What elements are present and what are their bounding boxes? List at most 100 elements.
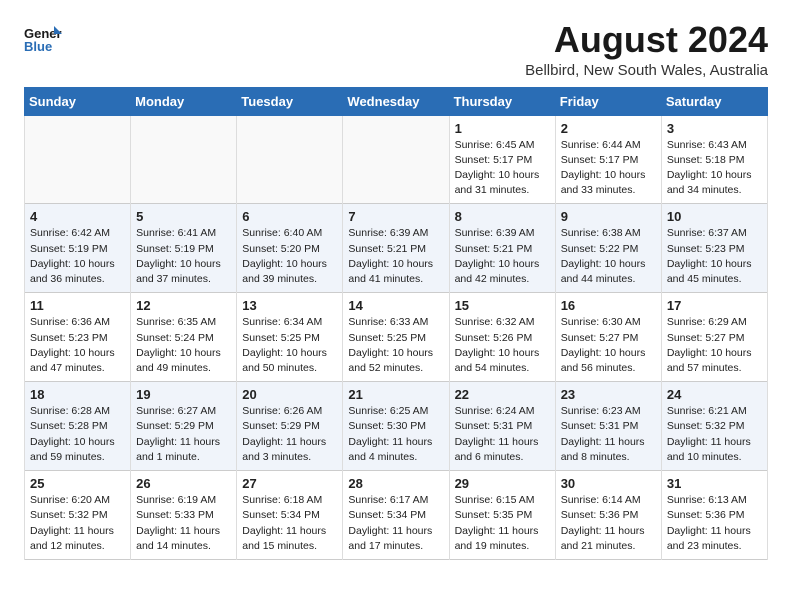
day-number: 16 (561, 298, 656, 313)
day-info: Sunrise: 6:21 AM Sunset: 5:32 PM Dayligh… (667, 404, 762, 465)
day-number: 2 (561, 121, 656, 136)
calendar-cell: 23 Sunrise: 6:23 AM Sunset: 5:31 PM Dayli… (555, 382, 661, 471)
day-info: Sunrise: 6:17 AM Sunset: 5:34 PM Dayligh… (348, 493, 443, 554)
day-info: Sunrise: 6:39 AM Sunset: 5:21 PM Dayligh… (348, 226, 443, 287)
calendar-cell: 14 Sunrise: 6:33 AM Sunset: 5:25 PM Dayli… (343, 293, 449, 382)
calendar-week-row: 18Sunrise: 6:28 AM Sunset: 5:28 PM Dayli… (25, 382, 768, 471)
weekday-header: Monday (131, 87, 237, 115)
day-number: 28 (348, 476, 443, 491)
day-number: 30 (561, 476, 656, 491)
weekday-header: Tuesday (237, 87, 343, 115)
day-info: Sunrise: 6:29 AM Sunset: 5:27 PM Dayligh… (667, 315, 762, 376)
day-number: 27 (242, 476, 337, 491)
day-number: 13 (242, 298, 337, 313)
calendar-cell: 30 Sunrise: 6:14 AM Sunset: 5:36 PM Dayli… (555, 471, 661, 560)
day-info: Sunrise: 6:41 AM Sunset: 5:19 PM Dayligh… (136, 226, 231, 287)
day-number: 3 (667, 121, 762, 136)
day-info: Sunrise: 6:30 AM Sunset: 5:27 PM Dayligh… (561, 315, 656, 376)
calendar-table: SundayMondayTuesdayWednesdayThursdayFrid… (24, 87, 768, 560)
logo-icon: General Blue (24, 24, 62, 56)
day-info: Sunrise: 6:25 AM Sunset: 5:30 PM Dayligh… (348, 404, 443, 465)
day-info: Sunrise: 6:45 AM Sunset: 5:17 PM Dayligh… (455, 138, 550, 199)
calendar-cell: 19Sunrise: 6:27 AM Sunset: 5:29 PM Dayli… (131, 382, 237, 471)
weekday-header: Wednesday (343, 87, 449, 115)
day-info: Sunrise: 6:23 AM Sunset: 5:31 PM Dayligh… (561, 404, 656, 465)
day-info: Sunrise: 6:33 AM Sunset: 5:25 PM Dayligh… (348, 315, 443, 376)
svg-text:Blue: Blue (24, 39, 52, 54)
location: Bellbird, New South Wales, Australia (525, 62, 768, 79)
title-area: August 2024 Bellbird, New South Wales, A… (525, 20, 768, 79)
day-info: Sunrise: 6:35 AM Sunset: 5:24 PM Dayligh… (136, 315, 231, 376)
day-info: Sunrise: 6:24 AM Sunset: 5:31 PM Dayligh… (455, 404, 550, 465)
day-info: Sunrise: 6:26 AM Sunset: 5:29 PM Dayligh… (242, 404, 337, 465)
calendar-cell: 24 Sunrise: 6:21 AM Sunset: 5:32 PM Dayli… (661, 382, 767, 471)
calendar-cell (343, 115, 449, 204)
calendar-cell: 18Sunrise: 6:28 AM Sunset: 5:28 PM Dayli… (25, 382, 131, 471)
day-number: 6 (242, 209, 337, 224)
calendar-cell: 2 Sunrise: 6:44 AM Sunset: 5:17 PM Daylig… (555, 115, 661, 204)
day-info: Sunrise: 6:42 AM Sunset: 5:19 PM Dayligh… (30, 226, 125, 287)
day-number: 18 (30, 387, 125, 402)
calendar-cell: 6 Sunrise: 6:40 AM Sunset: 5:20 PM Daylig… (237, 204, 343, 293)
day-number: 10 (667, 209, 762, 224)
weekday-header: Thursday (449, 87, 555, 115)
calendar-cell: 10 Sunrise: 6:37 AM Sunset: 5:23 PM Dayli… (661, 204, 767, 293)
logo: General Blue (24, 24, 62, 56)
day-number: 23 (561, 387, 656, 402)
calendar-cell (131, 115, 237, 204)
month-year: August 2024 (525, 20, 768, 60)
day-number: 9 (561, 209, 656, 224)
calendar-cell: 29 Sunrise: 6:15 AM Sunset: 5:35 PM Dayli… (449, 471, 555, 560)
day-info: Sunrise: 6:39 AM Sunset: 5:21 PM Dayligh… (455, 226, 550, 287)
day-number: 1 (455, 121, 550, 136)
calendar-week-row: 4 Sunrise: 6:42 AM Sunset: 5:19 PM Daylig… (25, 204, 768, 293)
calendar-week-row: 25 Sunrise: 6:20 AM Sunset: 5:32 PM Dayli… (25, 471, 768, 560)
day-info: Sunrise: 6:34 AM Sunset: 5:25 PM Dayligh… (242, 315, 337, 376)
day-info: Sunrise: 6:19 AM Sunset: 5:33 PM Dayligh… (136, 493, 231, 554)
day-number: 17 (667, 298, 762, 313)
day-info: Sunrise: 6:13 AM Sunset: 5:36 PM Dayligh… (667, 493, 762, 554)
calendar-cell: 3 Sunrise: 6:43 AM Sunset: 5:18 PM Daylig… (661, 115, 767, 204)
day-number: 31 (667, 476, 762, 491)
day-info: Sunrise: 6:27 AM Sunset: 5:29 PM Dayligh… (136, 404, 231, 465)
day-number: 15 (455, 298, 550, 313)
day-number: 25 (30, 476, 125, 491)
page-header: General Blue August 2024 Bellbird, New S… (24, 20, 768, 79)
day-number: 14 (348, 298, 443, 313)
day-number: 24 (667, 387, 762, 402)
calendar-cell: 21Sunrise: 6:25 AM Sunset: 5:30 PM Dayli… (343, 382, 449, 471)
day-info: Sunrise: 6:38 AM Sunset: 5:22 PM Dayligh… (561, 226, 656, 287)
calendar-cell: 11Sunrise: 6:36 AM Sunset: 5:23 PM Dayli… (25, 293, 131, 382)
day-number: 7 (348, 209, 443, 224)
calendar-cell: 1 Sunrise: 6:45 AM Sunset: 5:17 PM Daylig… (449, 115, 555, 204)
day-info: Sunrise: 6:44 AM Sunset: 5:17 PM Dayligh… (561, 138, 656, 199)
day-info: Sunrise: 6:37 AM Sunset: 5:23 PM Dayligh… (667, 226, 762, 287)
calendar-cell: 7 Sunrise: 6:39 AM Sunset: 5:21 PM Daylig… (343, 204, 449, 293)
weekday-header: Sunday (25, 87, 131, 115)
calendar-week-row: 1 Sunrise: 6:45 AM Sunset: 5:17 PM Daylig… (25, 115, 768, 204)
calendar-cell: 4 Sunrise: 6:42 AM Sunset: 5:19 PM Daylig… (25, 204, 131, 293)
day-number: 26 (136, 476, 231, 491)
day-info: Sunrise: 6:15 AM Sunset: 5:35 PM Dayligh… (455, 493, 550, 554)
weekday-header-row: SundayMondayTuesdayWednesdayThursdayFrid… (25, 87, 768, 115)
calendar-cell: 13 Sunrise: 6:34 AM Sunset: 5:25 PM Dayli… (237, 293, 343, 382)
day-info: Sunrise: 6:20 AM Sunset: 5:32 PM Dayligh… (30, 493, 125, 554)
day-number: 20 (242, 387, 337, 402)
day-number: 12 (136, 298, 231, 313)
day-info: Sunrise: 6:40 AM Sunset: 5:20 PM Dayligh… (242, 226, 337, 287)
day-number: 5 (136, 209, 231, 224)
calendar-cell: 20 Sunrise: 6:26 AM Sunset: 5:29 PM Dayli… (237, 382, 343, 471)
day-number: 29 (455, 476, 550, 491)
calendar-cell: 12 Sunrise: 6:35 AM Sunset: 5:24 PM Dayli… (131, 293, 237, 382)
calendar-cell: 9 Sunrise: 6:38 AM Sunset: 5:22 PM Daylig… (555, 204, 661, 293)
calendar-cell: 28 Sunrise: 6:17 AM Sunset: 5:34 PM Dayli… (343, 471, 449, 560)
calendar-cell (237, 115, 343, 204)
calendar-cell: 16 Sunrise: 6:30 AM Sunset: 5:27 PM Dayli… (555, 293, 661, 382)
calendar-cell: 31 Sunrise: 6:13 AM Sunset: 5:36 PM Dayli… (661, 471, 767, 560)
day-info: Sunrise: 6:43 AM Sunset: 5:18 PM Dayligh… (667, 138, 762, 199)
day-info: Sunrise: 6:14 AM Sunset: 5:36 PM Dayligh… (561, 493, 656, 554)
day-number: 4 (30, 209, 125, 224)
calendar-cell: 27Sunrise: 6:18 AM Sunset: 5:34 PM Dayli… (237, 471, 343, 560)
calendar-week-row: 11Sunrise: 6:36 AM Sunset: 5:23 PM Dayli… (25, 293, 768, 382)
weekday-header: Saturday (661, 87, 767, 115)
